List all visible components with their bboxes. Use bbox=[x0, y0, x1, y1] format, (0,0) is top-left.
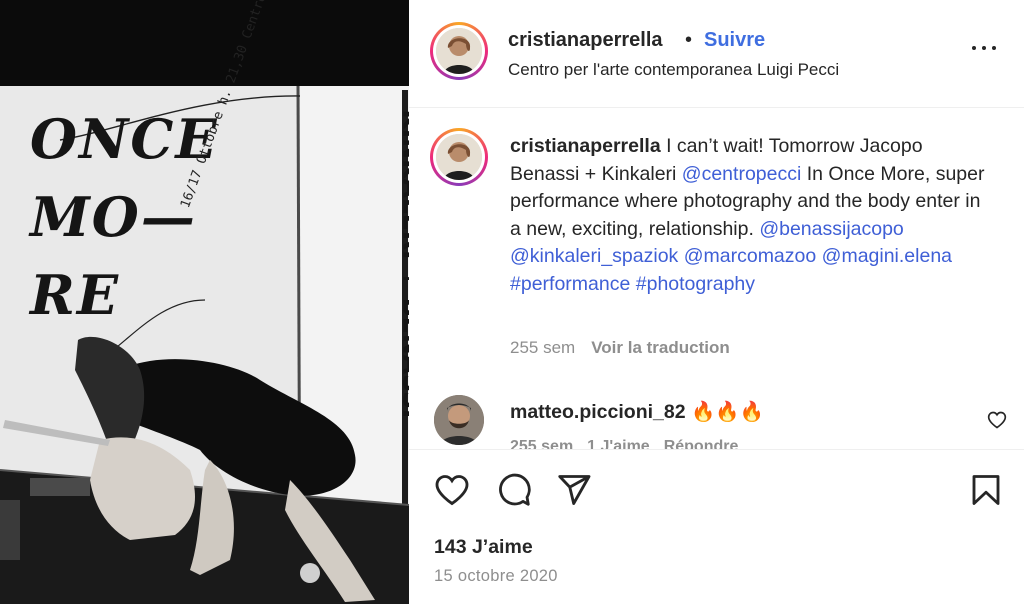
poster-vertical-title: KINKALERI + BENASSI bbox=[397, 109, 410, 419]
comment-likes[interactable]: 1 J'aime bbox=[587, 438, 650, 449]
comment-meta: 255 sem 1 J'aime Répondre bbox=[510, 438, 752, 449]
post-date: 15 octobre 2020 bbox=[434, 567, 558, 585]
paper-plane-icon[interactable] bbox=[556, 472, 592, 508]
likes-count[interactable]: 143 J’aime bbox=[434, 536, 533, 559]
hashtag-link[interactable]: #performance bbox=[510, 273, 630, 295]
author-username[interactable]: cristianaperrella bbox=[508, 29, 663, 52]
hashtag-link[interactable]: #photography bbox=[636, 273, 755, 295]
location-link[interactable]: Centro per l'arte contemporanea Luigi Pe… bbox=[508, 60, 839, 80]
post-sidebar: cristianaperrella • Suivre Centro per l'… bbox=[409, 0, 1024, 604]
mention-link[interactable]: @magini.elena bbox=[822, 245, 952, 267]
more-options-icon[interactable] bbox=[969, 38, 999, 58]
commenter-username[interactable]: matteo.piccioni_82 bbox=[510, 401, 686, 423]
mention-link[interactable]: @marcomazoo bbox=[684, 245, 817, 267]
bookmark-icon[interactable] bbox=[968, 472, 1004, 508]
post-image[interactable]: ONCE MO— RE KINKALERI + BENASSI 16/17 Ot… bbox=[0, 0, 409, 604]
caption-meta: 255 sem Voir la traduction bbox=[510, 338, 730, 358]
author-avatar[interactable] bbox=[430, 22, 488, 80]
follow-button[interactable]: Suivre bbox=[704, 29, 765, 52]
caption-age: 255 sem bbox=[510, 338, 576, 357]
mention-link[interactable]: @centropecci bbox=[682, 163, 802, 185]
post-header: cristianaperrella • Suivre Centro per l'… bbox=[409, 0, 1024, 108]
comments-list[interactable]: cristianaperrella I can’t wait! Tomorrow… bbox=[409, 109, 1024, 449]
caption-text: cristianaperrella I can’t wait! Tomorrow… bbox=[510, 133, 990, 299]
translate-button[interactable]: Voir la traduction bbox=[591, 338, 730, 357]
heart-icon[interactable] bbox=[434, 472, 470, 508]
comment-icon[interactable] bbox=[496, 472, 532, 508]
separator-dot: • bbox=[685, 29, 693, 51]
mention-link[interactable]: @benassijacopo bbox=[759, 218, 903, 240]
commenter-avatar[interactable] bbox=[434, 395, 484, 445]
post-footer: 143 J’aime 15 octobre 2020 bbox=[409, 449, 1024, 604]
poster-title: ONCE MO— RE bbox=[30, 107, 219, 327]
reply-button[interactable]: Répondre bbox=[664, 438, 739, 449]
mention-link[interactable]: @kinkaleri_spaziok bbox=[510, 245, 678, 267]
comment-age: 255 sem bbox=[510, 438, 574, 449]
comment-heart-icon[interactable] bbox=[987, 410, 1007, 430]
comment-body: 🔥🔥🔥 bbox=[685, 401, 764, 423]
comment-text: matteo.piccioni_82 🔥🔥🔥 bbox=[510, 400, 764, 424]
caption-username[interactable]: cristianaperrella bbox=[510, 135, 661, 157]
caption-avatar[interactable] bbox=[430, 128, 488, 186]
